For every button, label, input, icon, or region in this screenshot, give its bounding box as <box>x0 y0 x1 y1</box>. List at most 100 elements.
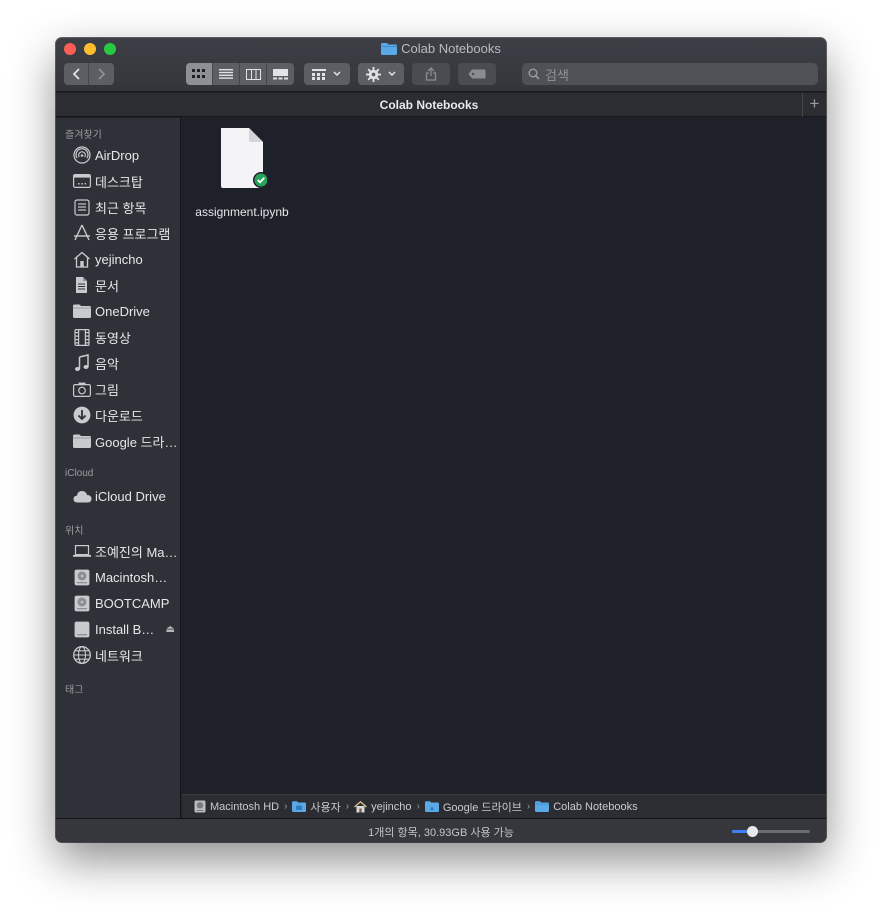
sidebar-item-bootcamp[interactable]: BOOTCAMP <box>72 593 180 613</box>
external-disk-icon <box>72 620 92 638</box>
sidebar-item-home[interactable]: yejincho <box>72 249 180 269</box>
sidebar-item-music[interactable]: 음악 <box>72 353 180 373</box>
sidebar-item-google-drive[interactable]: Google 드라… <box>72 431 180 451</box>
applications-icon <box>72 224 92 242</box>
share-button[interactable] <box>412 63 450 85</box>
list-icon <box>219 69 233 79</box>
folder-icon <box>72 432 92 450</box>
sidebar-item-install-volume[interactable]: Install B… ⏏ <box>72 619 180 639</box>
path-crumb-google-drive[interactable]: Google 드라이브 <box>424 799 522 815</box>
path-separator: › <box>526 801 531 812</box>
document-icon <box>217 126 269 195</box>
sidebar-item-documents[interactable]: 문서 <box>72 275 180 295</box>
disk-icon <box>72 594 92 612</box>
documents-icon <box>72 276 92 294</box>
path-crumb-users[interactable]: 사용자 <box>292 799 341 815</box>
chevron-left-icon <box>72 68 80 80</box>
chevron-right-icon <box>98 68 106 80</box>
sidebar-item-downloads[interactable]: 다운로드 <box>72 405 180 425</box>
sidebar-item-network[interactable]: 네트워크 <box>72 645 180 665</box>
edit-tags-button[interactable] <box>458 63 496 85</box>
gallery-view-button[interactable] <box>267 63 294 85</box>
disk-icon <box>72 568 92 586</box>
recents-icon <box>72 198 92 216</box>
sidebar-item-desktop[interactable]: 데스크탑 <box>72 171 180 191</box>
favorites-heading: 즐겨찾기 <box>65 130 102 141</box>
desktop-icon <box>72 172 92 190</box>
tab-bar: Colab Notebooks + <box>56 93 826 117</box>
share-icon <box>425 67 437 81</box>
sidebar-item-onedrive[interactable]: OneDrive <box>72 301 180 321</box>
tab-colab-notebooks[interactable]: Colab Notebooks <box>56 93 802 117</box>
tags-heading: 태그 <box>65 685 84 696</box>
home-icon <box>354 800 368 813</box>
icon-size-slider[interactable] <box>732 826 810 837</box>
locations-heading: 위치 <box>65 526 84 537</box>
file-browser-area[interactable]: assignment.ipynb <box>182 118 826 794</box>
icloud-icon <box>72 487 92 505</box>
path-bar: Macintosh HD › 사용자 › yejincho › Google 드… <box>182 794 826 818</box>
chevron-down-icon <box>333 71 341 77</box>
home-icon <box>72 250 92 268</box>
pictures-icon <box>72 380 92 398</box>
slider-knob[interactable] <box>746 826 758 837</box>
view-mode-selector <box>186 63 294 85</box>
column-view-button[interactable] <box>240 63 267 85</box>
path-crumb-colab-notebooks[interactable]: Colab Notebooks <box>535 801 638 813</box>
search-icon <box>528 68 540 80</box>
sidebar-item-applications[interactable]: 응용 프로그램 <box>72 223 180 243</box>
path-crumb-macintosh-hd[interactable]: Macintosh HD <box>194 800 279 813</box>
group-by-button[interactable] <box>304 63 350 85</box>
status-bar: 1개의 항목, 30.93GB 사용 가능 <box>56 818 826 842</box>
search-placeholder: 검색 <box>545 67 569 83</box>
airdrop-icon <box>72 146 92 164</box>
gallery-icon <box>273 68 288 79</box>
search-field[interactable]: 검색 <box>522 63 818 85</box>
path-separator: › <box>284 801 288 812</box>
sidebar: 즐겨찾기 AirDrop 데스크탑 최근 항목 응용 프로그램 yejincho… <box>56 118 181 818</box>
sidebar-item-recents[interactable]: 최근 항목 <box>72 197 180 217</box>
disk-icon <box>194 800 206 813</box>
chevron-down-icon <box>387 71 396 77</box>
plus-icon: + <box>809 94 820 113</box>
sidebar-item-icloud-drive[interactable]: iCloud Drive <box>72 486 180 506</box>
downloads-icon <box>72 406 92 424</box>
path-crumb-home[interactable]: yejincho <box>354 800 412 813</box>
sidebar-item-this-mac[interactable]: 조예진의 Ma… <box>72 541 180 561</box>
folder-icon <box>424 801 439 812</box>
laptop-icon <box>72 542 92 560</box>
back-button[interactable] <box>64 63 89 85</box>
music-icon <box>72 354 92 372</box>
list-view-button[interactable] <box>213 63 240 85</box>
eject-icon[interactable]: ⏏ <box>166 624 175 635</box>
window-title-text: Colab Notebooks <box>401 41 501 56</box>
network-icon <box>72 646 92 664</box>
movies-icon <box>72 328 92 346</box>
folder-icon <box>72 302 92 320</box>
sidebar-item-airdrop[interactable]: AirDrop <box>72 145 180 165</box>
new-tab-button[interactable]: + <box>802 93 826 117</box>
window-title: Colab Notebooks <box>56 41 826 57</box>
tag-icon <box>468 69 486 79</box>
gear-icon <box>365 66 381 82</box>
columns-icon <box>245 68 261 80</box>
navigation-buttons <box>64 63 114 85</box>
sidebar-item-pictures[interactable]: 그림 <box>72 379 180 399</box>
folder-icon <box>292 801 307 812</box>
sync-badge-icon <box>254 173 268 187</box>
sidebar-item-macintosh-hd[interactable]: Macintosh… <box>72 567 180 587</box>
folder-icon <box>381 43 398 59</box>
folder-icon <box>535 801 550 812</box>
group-icon <box>312 68 326 80</box>
path-separator: › <box>416 801 420 812</box>
action-menu-button[interactable] <box>358 63 404 85</box>
icloud-heading: iCloud <box>65 468 94 479</box>
forward-button[interactable] <box>89 63 114 85</box>
sidebar-item-movies[interactable]: 동영상 <box>72 327 180 347</box>
icon-view-button[interactable] <box>186 63 213 85</box>
toolbar: Colab Notebooks 검색 <box>56 38 826 92</box>
path-separator: › <box>345 801 350 812</box>
status-text: 1개의 항목, 30.93GB 사용 가능 <box>368 827 514 839</box>
finder-window: Colab Notebooks 검색 Colab Notebooks + 즐겨찾… <box>56 38 826 842</box>
grid-icon <box>192 69 205 78</box>
